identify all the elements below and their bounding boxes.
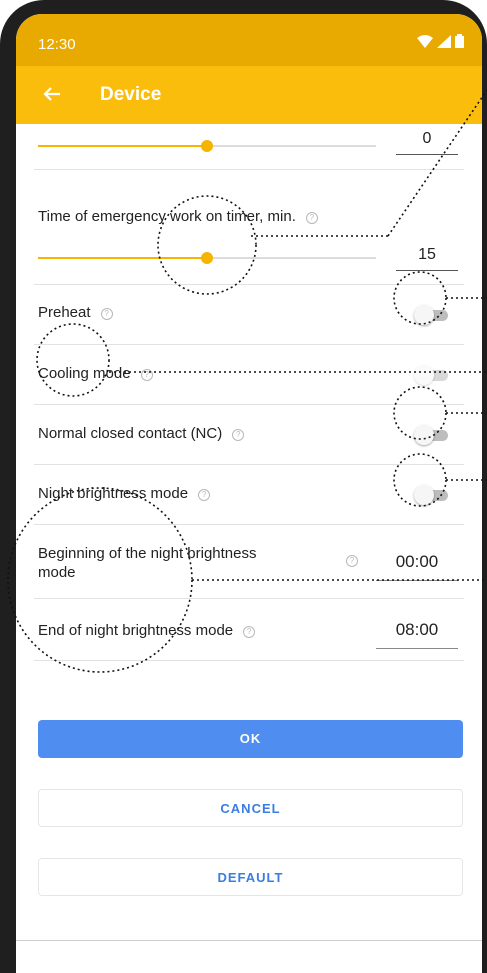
divider bbox=[34, 464, 464, 465]
cooling-mode-toggle[interactable] bbox=[414, 364, 450, 385]
divider bbox=[34, 598, 464, 599]
arrow-left-icon[interactable] bbox=[40, 82, 64, 106]
night-brightness-label-text: Night brightness mode bbox=[38, 485, 189, 502]
night-end-label: End of night brightness mode? bbox=[38, 622, 256, 639]
night-begin-label-line2: mode bbox=[38, 564, 76, 581]
status-bar: 12:30 bbox=[16, 14, 482, 66]
wifi-icon bbox=[417, 34, 433, 48]
nc-contact-label: Normal closed contact (NC)? bbox=[38, 425, 245, 442]
help-icon[interactable]: ? bbox=[232, 429, 245, 441]
app-bar: Device bbox=[16, 66, 482, 124]
slider-fill bbox=[38, 257, 207, 259]
night-begin-label-line1: Beginning of the night brightness bbox=[38, 545, 257, 562]
emergency-timer-value[interactable]: 15 bbox=[396, 246, 458, 271]
toggle-knob bbox=[414, 425, 434, 445]
night-begin-label: Beginning of the night brightness mode bbox=[38, 544, 257, 582]
status-icons bbox=[417, 34, 464, 48]
nav-divider bbox=[16, 940, 482, 941]
default-button[interactable]: DEFAULT bbox=[38, 858, 463, 896]
emergency-timer-slider[interactable] bbox=[38, 251, 376, 265]
night-begin-time[interactable]: 00:00 bbox=[376, 552, 458, 581]
help-icon[interactable]: ? bbox=[305, 212, 318, 224]
ok-button[interactable]: OK bbox=[38, 720, 463, 758]
toggle-knob bbox=[414, 365, 434, 385]
divider bbox=[34, 284, 464, 285]
night-brightness-label: Night brightness mode? bbox=[38, 485, 211, 502]
cooling-mode-label: Cooling mode? bbox=[38, 365, 153, 382]
nc-contact-label-text: Normal closed contact (NC) bbox=[38, 425, 223, 442]
emergency-timer-label-text: Time of emergency work on timer, min. bbox=[38, 208, 296, 225]
night-end-time[interactable]: 08:00 bbox=[376, 620, 458, 649]
top-slider-value[interactable]: 0 bbox=[396, 130, 458, 155]
divider bbox=[34, 169, 464, 170]
help-icon[interactable]: ? bbox=[346, 555, 358, 567]
phone-frame: 12:30 Device 0 Time of emergency work on… bbox=[0, 0, 487, 973]
page-title: Device bbox=[100, 84, 162, 105]
toggle-knob bbox=[414, 305, 434, 325]
divider bbox=[34, 344, 464, 345]
help-icon[interactable]: ? bbox=[100, 308, 113, 320]
preheat-label: Preheat? bbox=[38, 304, 113, 321]
slider-thumb[interactable] bbox=[201, 140, 213, 152]
toggle-knob bbox=[414, 485, 434, 505]
screen: 12:30 Device 0 Time of emergency work on… bbox=[16, 14, 482, 973]
preheat-label-text: Preheat bbox=[38, 304, 91, 321]
slider-thumb[interactable] bbox=[201, 252, 213, 264]
night-brightness-toggle[interactable] bbox=[414, 484, 450, 505]
help-icon[interactable]: ? bbox=[140, 369, 153, 381]
status-time: 12:30 bbox=[38, 36, 76, 53]
cooling-mode-label-text: Cooling mode bbox=[38, 365, 131, 382]
top-slider[interactable] bbox=[38, 139, 376, 153]
signal-icon bbox=[437, 34, 451, 48]
battery-icon bbox=[455, 34, 464, 48]
help-icon[interactable]: ? bbox=[198, 489, 211, 501]
emergency-timer-label: Time of emergency work on timer, min.? bbox=[38, 208, 318, 225]
night-end-label-text: End of night brightness mode bbox=[38, 622, 234, 639]
cancel-button[interactable]: CANCEL bbox=[38, 789, 463, 827]
slider-fill bbox=[38, 145, 207, 147]
divider bbox=[34, 660, 464, 661]
divider bbox=[34, 404, 464, 405]
divider bbox=[34, 524, 464, 525]
preheat-toggle[interactable] bbox=[414, 304, 450, 325]
nc-contact-toggle[interactable] bbox=[414, 424, 450, 445]
help-icon[interactable]: ? bbox=[243, 626, 256, 638]
